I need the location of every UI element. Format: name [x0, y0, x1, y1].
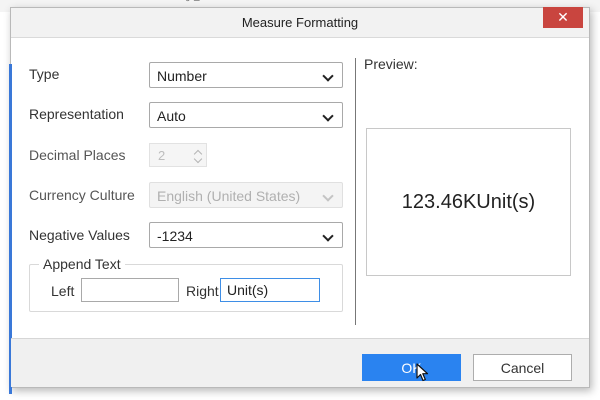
negative-values-select[interactable]: -1234 — [149, 222, 343, 248]
preview-label: Preview: — [364, 56, 418, 72]
currency-culture-value: English (United States) — [157, 188, 301, 204]
chevron-down-icon — [322, 230, 334, 242]
left-label: Left — [51, 283, 75, 299]
right-text-value: Unit(s) — [227, 282, 269, 298]
representation-label: Representation — [29, 106, 124, 122]
currency-culture-label: Currency Culture — [29, 187, 135, 203]
title-bar[interactable]: Measure Formatting ✕ — [11, 7, 589, 38]
type-value: Number — [157, 68, 207, 84]
close-button[interactable]: ✕ — [543, 7, 583, 28]
representation-select[interactable]: Auto — [149, 102, 343, 128]
right-label: Right — [186, 283, 219, 299]
decimal-places-value: 2 — [158, 148, 166, 163]
type-label: Type — [29, 66, 60, 82]
measure-formatting-dialog: Measure Formatting ✕ Type Number Represe… — [9, 7, 590, 394]
negative-values-value: -1234 — [157, 228, 193, 244]
decimal-places-stepper[interactable]: 2 — [149, 143, 207, 167]
negative-values-label: Negative Values — [29, 227, 130, 243]
currency-culture-select[interactable]: English (United States) — [149, 182, 343, 208]
append-text-title: Append Text — [39, 256, 125, 272]
representation-value: Auto — [157, 108, 186, 124]
chevron-down-icon — [322, 70, 334, 82]
dialog-title: Measure Formatting — [241, 15, 359, 30]
cursor-pointer-icon — [416, 363, 429, 382]
spin-down-icon[interactable] — [193, 154, 203, 164]
decimal-places-label: Decimal Places — [29, 147, 126, 163]
close-icon: ✕ — [557, 9, 569, 26]
type-select[interactable]: Number — [149, 62, 343, 88]
cancel-button[interactable]: Cancel — [473, 354, 572, 381]
vertical-divider — [355, 58, 356, 325]
chevron-down-icon — [322, 110, 334, 122]
chevron-down-icon — [322, 190, 334, 202]
left-text-input[interactable] — [81, 278, 179, 302]
ok-button[interactable]: OK — [362, 354, 461, 381]
preview-value: 123.46KUnit(s) — [401, 191, 536, 213]
preview-box: 123.46KUnit(s) — [366, 128, 571, 276]
right-text-input[interactable]: Unit(s) — [220, 278, 320, 302]
